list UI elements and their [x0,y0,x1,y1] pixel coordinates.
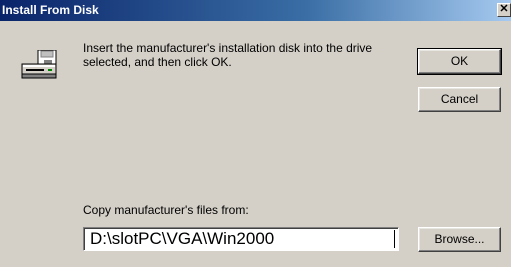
window-title: Install From Disk [2,3,99,17]
instruction-text: Insert the manufacturer's installation d… [83,41,373,69]
title-bar[interactable]: Install From Disk ✕ [0,0,511,21]
browse-button[interactable]: Browse... [418,227,501,252]
floppy-disk-drive-icon [21,50,57,79]
source-path-field[interactable]: D:\slotPC\VGA\Win2000 [83,227,399,251]
install-from-disk-dialog: Install From Disk ✕ Insert the manufactu… [0,0,511,267]
close-button[interactable]: ✕ [497,3,511,17]
cancel-button[interactable]: Cancel [418,87,501,112]
ok-button[interactable]: OK [417,48,502,75]
copy-from-label: Copy manufacturer's files from: [83,203,249,217]
close-icon: ✕ [499,3,509,15]
text-caret [394,230,395,248]
